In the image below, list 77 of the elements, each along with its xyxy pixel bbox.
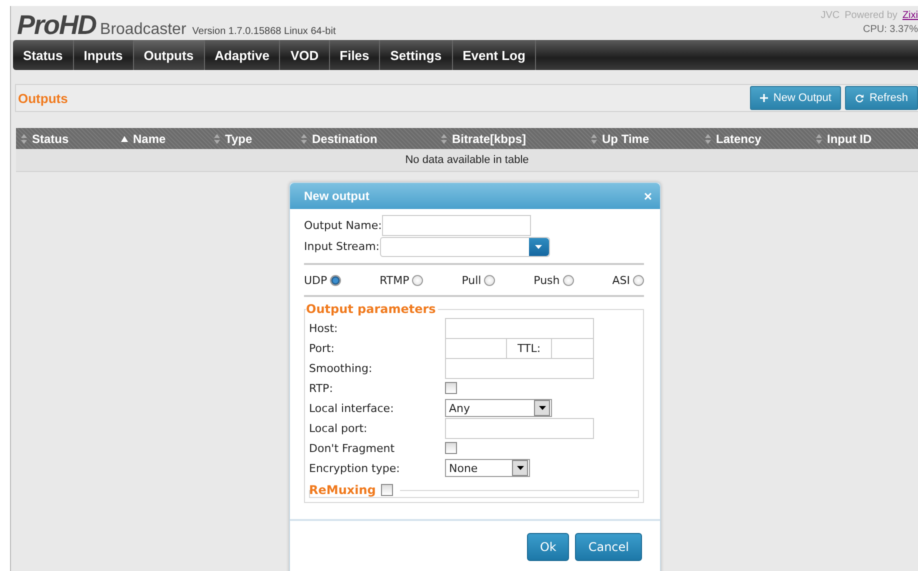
column-header[interactable]: Bitrate[kbps] bbox=[436, 128, 586, 149]
input-field[interactable] bbox=[445, 338, 507, 358]
field-label: Port: bbox=[309, 342, 336, 354]
combo-box[interactable] bbox=[380, 236, 550, 256]
sort-icon bbox=[214, 134, 220, 144]
sort-icon bbox=[441, 134, 447, 144]
column-header[interactable]: Up Time bbox=[586, 128, 700, 149]
column-header[interactable]: Destination bbox=[296, 128, 436, 149]
toolbar-button[interactable]: New Output bbox=[750, 86, 842, 110]
dropdown[interactable]: None bbox=[445, 459, 530, 477]
checkbox[interactable] bbox=[445, 442, 457, 454]
radio-label: Push bbox=[534, 274, 560, 286]
input-field[interactable] bbox=[445, 358, 594, 378]
dialog-button[interactable]: Cancel bbox=[575, 533, 642, 561]
column-header[interactable]: Name bbox=[116, 128, 209, 149]
radio-button[interactable] bbox=[484, 274, 496, 286]
input-field[interactable] bbox=[445, 318, 594, 338]
field-label: Don't Fragment bbox=[309, 442, 396, 454]
logo: ProHD bbox=[17, 10, 96, 41]
radio-label: RTMP bbox=[380, 274, 410, 286]
radio-label: ASI bbox=[612, 274, 630, 286]
field-label: Input Stream: bbox=[304, 240, 380, 253]
sort-icon bbox=[705, 134, 711, 144]
dropdown-arrow-icon bbox=[516, 466, 524, 470]
cpu-usage: CPU: 3.37% bbox=[862, 24, 918, 35]
field-label: Smoothing: bbox=[309, 362, 374, 374]
sort-icon bbox=[21, 134, 27, 144]
section-title: Outputs bbox=[18, 90, 68, 106]
panel-legend: ReMuxing bbox=[309, 483, 376, 497]
column-header[interactable]: Latency bbox=[700, 128, 811, 149]
nav-tab[interactable]: VOD bbox=[280, 40, 330, 70]
powered-by-text: Powered by bbox=[844, 10, 898, 21]
field-label: Output Name: bbox=[304, 219, 382, 232]
sort-icon bbox=[816, 134, 822, 144]
radio-label: UDP bbox=[304, 274, 328, 286]
nav-tab[interactable]: Outputs bbox=[134, 40, 205, 70]
radio-button[interactable] bbox=[330, 274, 342, 286]
dropdown-arrow-icon bbox=[538, 406, 546, 410]
column-header[interactable]: Status bbox=[16, 128, 116, 149]
radio-label: Pull bbox=[462, 274, 482, 286]
field-label: Local interface: bbox=[309, 402, 395, 414]
checkbox[interactable] bbox=[445, 382, 457, 394]
refresh-icon bbox=[855, 94, 864, 102]
field-label: Local port: bbox=[309, 422, 368, 434]
input-field[interactable] bbox=[445, 418, 594, 438]
column-header[interactable]: Type bbox=[209, 128, 296, 149]
product-name: Broadcaster bbox=[100, 21, 186, 39]
field-label: Host: bbox=[309, 322, 339, 334]
dropdown[interactable]: Any bbox=[445, 399, 552, 417]
sort-ascending-icon bbox=[121, 136, 128, 142]
field-label: TTL: bbox=[516, 342, 542, 354]
panel-legend: Output parameters bbox=[306, 302, 438, 316]
vendor-text: JVC bbox=[820, 10, 840, 21]
nav-tab[interactable]: Settings bbox=[380, 40, 453, 70]
dialog-title: New output bbox=[304, 189, 370, 203]
field-label: RTP: bbox=[309, 382, 334, 394]
nav-tab[interactable]: Adaptive bbox=[204, 40, 280, 70]
empty-message: No data available in table bbox=[405, 154, 529, 166]
column-header[interactable]: Input ID bbox=[811, 128, 918, 149]
version-text: Version 1.7.0.15868 Linux 64-bit bbox=[192, 26, 336, 37]
dialog-button[interactable]: Ok bbox=[526, 533, 570, 561]
radio-button[interactable] bbox=[632, 274, 644, 286]
nav-tab[interactable]: Event Log bbox=[452, 40, 536, 70]
toolbar-button[interactable]: Refresh bbox=[845, 86, 918, 110]
field-label: Encryption type: bbox=[309, 462, 401, 474]
radio-button[interactable] bbox=[412, 274, 424, 286]
input-field[interactable] bbox=[551, 338, 594, 358]
input-field[interactable] bbox=[382, 215, 531, 236]
dropdown-arrow-icon bbox=[535, 244, 542, 248]
sort-icon bbox=[301, 134, 307, 144]
radio-button[interactable] bbox=[562, 274, 574, 286]
checkbox[interactable] bbox=[380, 484, 393, 496]
plus-icon bbox=[760, 94, 768, 102]
sort-icon bbox=[591, 134, 597, 144]
nav-tab[interactable]: Status bbox=[13, 40, 74, 70]
nav-tab[interactable]: Files bbox=[330, 40, 380, 70]
powered-by-link[interactable]: Zixi bbox=[902, 10, 918, 21]
